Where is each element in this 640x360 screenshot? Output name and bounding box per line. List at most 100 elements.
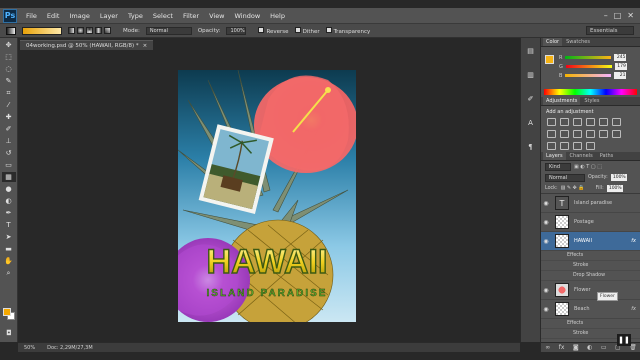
layer-row-flower[interactable]: ◉ Flower Flower	[541, 281, 640, 301]
properties-panel-icon[interactable]: ▥	[524, 70, 538, 80]
history-brush-tool-icon[interactable]: ↺	[2, 148, 16, 158]
foreground-color-swatch[interactable]	[3, 308, 11, 316]
zoom-level[interactable]: 50%	[24, 345, 35, 351]
menu-file[interactable]: File	[21, 12, 42, 20]
fx-badge-icon[interactable]: fx	[631, 306, 636, 312]
tab-layers[interactable]: Layers	[543, 152, 566, 160]
posterize-icon[interactable]	[547, 142, 556, 150]
layer-effects-group[interactable]: Effects	[541, 251, 640, 261]
color-spectrum-bar[interactable]	[544, 89, 637, 95]
layer-effect-stroke[interactable]: Stroke	[541, 261, 640, 271]
eraser-tool-icon[interactable]: ▭	[2, 160, 16, 170]
layer-opacity-input[interactable]: 100%	[610, 174, 627, 181]
gradient-style-icons[interactable]	[68, 27, 111, 34]
crop-tool-icon[interactable]: ⌗	[2, 88, 16, 98]
document-canvas[interactable]: HAWAII ISLAND PARADISE	[178, 70, 356, 322]
gradient-map-icon[interactable]	[573, 142, 582, 150]
black-white-icon[interactable]	[560, 130, 569, 138]
quick-mask-icon[interactable]: ◘	[2, 328, 16, 338]
mode-select[interactable]: Normal	[145, 26, 192, 35]
menu-type[interactable]: Type	[123, 12, 148, 20]
layer-row-island-paradise[interactable]: ◉ T Island paradise	[541, 194, 640, 213]
video-pause-icon[interactable]: ❚❚	[617, 334, 631, 346]
paragraph-panel-icon[interactable]: ¶	[524, 142, 538, 152]
lock-icons[interactable]: ▨ ✎ ✥ 🔒	[561, 185, 585, 191]
blend-mode-select[interactable]: Normal	[545, 173, 585, 182]
visibility-eye-icon[interactable]: ◉	[541, 306, 551, 313]
tab-styles[interactable]: Styles	[581, 97, 602, 105]
channel-b-slider[interactable]	[565, 74, 612, 77]
layer-row-hawaii[interactable]: ◉ HAWAII fx	[541, 232, 640, 251]
menu-edit[interactable]: Edit	[42, 12, 65, 20]
channel-g-value[interactable]: 179	[614, 63, 627, 70]
tab-color[interactable]: Color	[543, 38, 563, 46]
visibility-eye-icon[interactable]: ◉	[541, 287, 551, 294]
menu-image[interactable]: Image	[64, 12, 94, 20]
layer-row-postage[interactable]: ◉ Postage	[541, 213, 640, 232]
menu-window[interactable]: Window	[230, 12, 266, 20]
filter-type-icons[interactable]: ▣ ◐ T ▢ ⬚	[574, 164, 602, 170]
tab-adjustments[interactable]: Adjustments	[543, 97, 581, 105]
levels-icon[interactable]	[560, 118, 569, 126]
healing-brush-tool-icon[interactable]: ✚	[2, 112, 16, 122]
layer-effect-drop-shadow[interactable]: Drop Shadow	[541, 271, 640, 281]
new-adjustment-icon[interactable]: ◐	[587, 344, 592, 351]
transparency-checkbox[interactable]: Transparency	[325, 26, 370, 35]
minimize-button[interactable]: –	[604, 11, 608, 20]
channel-g-slider[interactable]	[565, 65, 612, 68]
marquee-tool-icon[interactable]: ⬚	[2, 52, 16, 62]
menu-help[interactable]: Help	[265, 12, 290, 20]
opacity-input[interactable]: 100%	[226, 26, 247, 35]
visibility-eye-icon[interactable]: ◉	[541, 200, 551, 207]
add-mask-icon[interactable]: ◙	[573, 344, 579, 351]
gradient-tool-icon[interactable]	[6, 26, 16, 35]
pen-tool-icon[interactable]: ✒	[2, 208, 16, 218]
dodge-tool-icon[interactable]: ◐	[2, 196, 16, 206]
threshold-icon[interactable]	[560, 142, 569, 150]
selective-color-icon[interactable]	[586, 142, 595, 150]
clone-stamp-tool-icon[interactable]: ⊥	[2, 136, 16, 146]
history-panel-icon[interactable]: ▤	[524, 46, 538, 56]
document-tab[interactable]: 04working.psd @ 50% (HAWAII, RGB/8) * ×	[20, 40, 154, 50]
hand-tool-icon[interactable]: ✋	[2, 256, 16, 266]
move-tool-icon[interactable]: ✥	[2, 40, 16, 50]
visibility-eye-icon[interactable]: ◉	[541, 219, 551, 226]
gradient-tool-icon-active[interactable]: ▦	[1, 172, 16, 182]
photo-filter-icon[interactable]	[573, 130, 582, 138]
channel-r-value[interactable]: 245	[614, 54, 627, 61]
layer-filter-select[interactable]: Kind	[545, 162, 571, 171]
color-lookup-icon[interactable]	[599, 130, 608, 138]
gradient-picker[interactable]	[22, 26, 62, 35]
close-document-icon[interactable]: ×	[143, 43, 148, 49]
brush-tool-icon[interactable]: ✐	[2, 124, 16, 134]
blur-tool-icon[interactable]: ●	[2, 184, 16, 194]
tab-channels[interactable]: Channels	[567, 152, 596, 160]
menu-view[interactable]: View	[204, 12, 229, 20]
exposure-icon[interactable]	[586, 118, 595, 126]
eyedropper-tool-icon[interactable]: ⁄	[2, 100, 16, 110]
channel-r-slider[interactable]	[565, 56, 612, 59]
lasso-tool-icon[interactable]: ◌	[2, 64, 16, 74]
type-tool-icon[interactable]: T	[2, 220, 16, 230]
fx-badge-icon[interactable]: fx	[631, 238, 636, 244]
invert-icon[interactable]	[612, 130, 621, 138]
color-swatches[interactable]	[3, 308, 15, 320]
curves-icon[interactable]	[573, 118, 582, 126]
brush-panel-icon[interactable]: ✐	[524, 94, 538, 104]
shape-tool-icon[interactable]: ▬	[2, 244, 16, 254]
maximize-button[interactable]: □	[614, 11, 622, 20]
hue-saturation-icon[interactable]	[612, 118, 621, 126]
close-window-button[interactable]: ✕	[627, 11, 634, 20]
panel-foreground-swatch[interactable]	[545, 55, 554, 64]
brightness-contrast-icon[interactable]	[547, 118, 556, 126]
channel-mixer-icon[interactable]	[586, 130, 595, 138]
reverse-checkbox[interactable]: Reverse	[258, 26, 289, 35]
path-selection-tool-icon[interactable]: ➤	[2, 232, 16, 242]
zoom-tool-icon[interactable]: ⌕	[2, 268, 16, 278]
add-style-icon[interactable]: fx	[559, 344, 565, 351]
menu-layer[interactable]: Layer	[95, 12, 123, 20]
new-group-icon[interactable]: ▭	[601, 344, 607, 351]
workspace-switcher[interactable]: Essentials	[586, 26, 634, 35]
visibility-eye-icon[interactable]: ◉	[541, 238, 551, 245]
color-balance-icon[interactable]	[547, 130, 556, 138]
